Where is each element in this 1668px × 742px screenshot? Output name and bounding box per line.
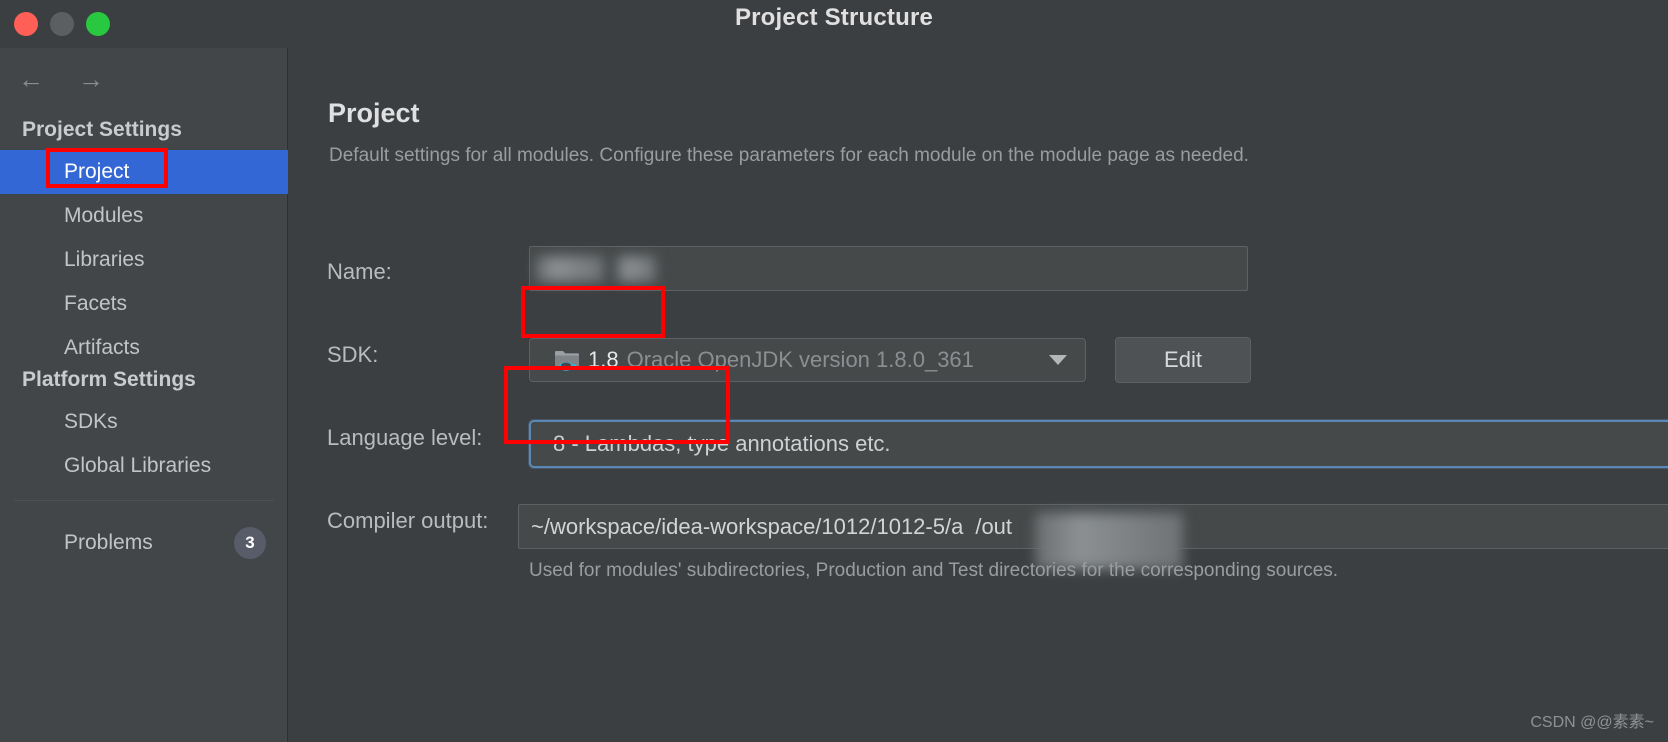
- compiler-output-input[interactable]: ~/workspace/idea-workspace/1012/1012-5/a…: [518, 504, 1668, 569]
- sdk-version-text: 1.8: [588, 347, 619, 372]
- problems-count-badge: 3: [234, 527, 266, 559]
- edit-sdk-button[interactable]: Edit: [1115, 337, 1251, 383]
- compiler-output-value-prefix: ~/workspace/idea-workspace/1012/1012-5/a: [531, 513, 964, 539]
- sdk-dropdown[interactable]: 1.8 Oracle OpenJDK version 1.8.0_361: [529, 338, 1086, 382]
- chevron-down-icon[interactable]: [1049, 355, 1067, 365]
- redacted-name-part-1: [536, 256, 604, 282]
- sidebar-item-facets[interactable]: Facets: [0, 282, 127, 326]
- sidebar-item-global-libraries[interactable]: Global Libraries: [0, 444, 211, 488]
- sdk-detail-text: Oracle OpenJDK version 1.8.0_361: [626, 347, 974, 372]
- main-panel: Project Default settings for all modules…: [289, 48, 1668, 742]
- window-title: Project Structure: [734, 4, 934, 31]
- sidebar-item-artifacts[interactable]: Artifacts: [0, 326, 140, 370]
- project-name-input[interactable]: [529, 246, 1248, 291]
- compiler-output-value-suffix: /out: [975, 513, 1013, 539]
- sidebar-divider: [14, 500, 274, 501]
- navigation-buttons: ← →: [14, 62, 108, 96]
- page-title: Project: [328, 98, 420, 128]
- sdk-label: SDK:: [327, 342, 379, 367]
- project-structure-window: Project Structure ← → Project Settings P…: [0, 0, 1668, 742]
- sidebar: ← → Project Settings Project Modules Lib…: [0, 48, 288, 742]
- csdn-watermark: CSDN @@素素~: [1530, 714, 1654, 731]
- sidebar-item-libraries[interactable]: Libraries: [0, 238, 145, 282]
- problems-label: Problems: [64, 531, 153, 554]
- name-label: Name:: [327, 259, 392, 284]
- sidebar-item-problems[interactable]: Problems 3: [0, 518, 288, 568]
- language-level-value: 8 - Lambdas, type annotations etc.: [553, 431, 891, 456]
- language-level-dropdown[interactable]: 8 - Lambdas, type annotations etc.: [529, 420, 1668, 468]
- compiler-output-label: Compiler output:: [327, 508, 489, 533]
- back-arrow-icon[interactable]: ←: [14, 62, 48, 96]
- compiler-output-hint: Used for modules' subdirectories, Produc…: [529, 560, 1339, 581]
- forward-arrow-icon[interactable]: →: [74, 62, 108, 96]
- sidebar-item-modules[interactable]: Modules: [0, 194, 143, 238]
- sidebar-item-project[interactable]: Project: [0, 150, 288, 194]
- jdk-folder-icon: [554, 349, 580, 371]
- language-level-label: Language level:: [327, 425, 483, 450]
- sidebar-section-platform-settings: Platform Settings: [22, 368, 196, 391]
- sidebar-section-project-settings: Project Settings: [22, 118, 182, 141]
- sidebar-item-sdks[interactable]: SDKs: [0, 400, 118, 444]
- page-description: Default settings for all modules. Config…: [329, 145, 1249, 166]
- redacted-name-part-2: [616, 256, 656, 282]
- title-bar: Project Structure: [0, 0, 1668, 48]
